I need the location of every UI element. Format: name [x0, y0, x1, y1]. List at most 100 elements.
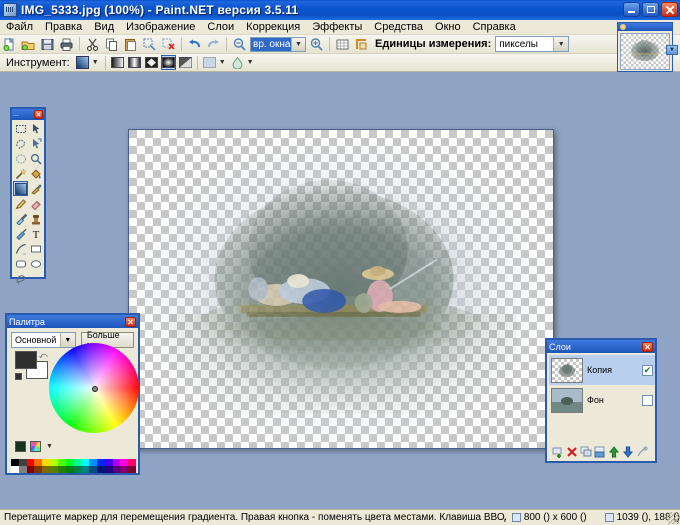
- duplicate-layer-icon[interactable]: [579, 446, 592, 459]
- save-icon[interactable]: [39, 36, 56, 53]
- tool-eraser[interactable]: [28, 196, 43, 211]
- units-combo[interactable]: пикселы ▼: [495, 36, 570, 52]
- palette-color[interactable]: [26, 466, 35, 473]
- units-value[interactable]: пикселы: [496, 39, 553, 50]
- tool-rectangle[interactable]: [28, 241, 43, 256]
- layer-visibility-checkbox[interactable]: ✔: [642, 364, 653, 376]
- palette-color[interactable]: [26, 459, 35, 466]
- layer-properties-icon[interactable]: [635, 446, 648, 459]
- palette-color[interactable]: [57, 466, 66, 473]
- palette-color[interactable]: [65, 459, 74, 466]
- palette-color[interactable]: [42, 459, 51, 466]
- undo-icon[interactable]: [186, 36, 203, 53]
- close-icon[interactable]: [34, 110, 43, 119]
- tool-magic-wand[interactable]: [13, 166, 28, 181]
- layers-window-titlebar[interactable]: Слои: [547, 340, 655, 353]
- tool-ellipse[interactable]: [28, 256, 43, 271]
- tool-color-picker[interactable]: [13, 211, 28, 226]
- actual-size-icon[interactable]: [334, 36, 351, 53]
- deselect-icon[interactable]: [160, 36, 177, 53]
- layer-visibility-checkbox[interactable]: [642, 394, 653, 406]
- chevron-down-icon[interactable]: ▼: [46, 443, 53, 450]
- gradient-conical-icon[interactable]: [178, 55, 193, 70]
- palette-color[interactable]: [104, 466, 113, 473]
- navigator-panel[interactable]: ▼: [617, 22, 678, 72]
- image-canvas[interactable]: [128, 129, 554, 449]
- menu-edit[interactable]: Правка: [39, 20, 88, 34]
- print-icon[interactable]: [58, 36, 75, 53]
- palette-color[interactable]: [11, 459, 19, 466]
- tools-window-titlebar[interactable]: ...: [12, 109, 44, 120]
- tool-ellipse-select[interactable]: [13, 151, 28, 166]
- palette-color[interactable]: [120, 466, 129, 473]
- cut-icon[interactable]: [84, 36, 101, 53]
- menu-window[interactable]: Окно: [429, 20, 467, 34]
- palette-preset-icon[interactable]: [30, 441, 41, 452]
- tool-paintbrush[interactable]: [28, 181, 43, 196]
- blend-mode-icon[interactable]: [230, 55, 245, 70]
- crop-to-selection-icon[interactable]: [141, 36, 158, 53]
- palette-color[interactable]: [89, 466, 97, 473]
- merge-layer-down-icon[interactable]: [593, 446, 606, 459]
- palette-color[interactable]: [120, 459, 129, 466]
- menu-layers[interactable]: Слои: [201, 20, 240, 34]
- tool-freeform-shape[interactable]: [13, 271, 28, 286]
- palette-color[interactable]: [128, 459, 136, 466]
- navigator-expand-button[interactable]: ▼: [666, 45, 678, 55]
- fit-window-icon[interactable]: [353, 36, 370, 53]
- copy-icon[interactable]: [103, 36, 120, 53]
- primary-color-swatch[interactable]: [15, 351, 37, 369]
- zoom-value[interactable]: вр. окна: [251, 37, 291, 51]
- palette-color[interactable]: [65, 466, 74, 473]
- close-button[interactable]: [661, 2, 678, 17]
- tool-clone-stamp[interactable]: [28, 211, 43, 226]
- palette-color[interactable]: [50, 459, 58, 466]
- tool-move-selected[interactable]: [28, 121, 43, 136]
- close-icon[interactable]: [642, 341, 653, 352]
- menu-adjustments[interactable]: Коррекция: [240, 20, 306, 34]
- menu-image[interactable]: Изображение: [120, 20, 201, 34]
- gradient-channel-icon[interactable]: [202, 55, 217, 70]
- menu-view[interactable]: Вид: [88, 20, 120, 34]
- palette-window-titlebar[interactable]: Палитра: [7, 315, 138, 328]
- delete-layer-icon[interactable]: [565, 446, 578, 459]
- tool-move-selection[interactable]: [28, 136, 43, 151]
- menu-tools[interactable]: Средства: [368, 20, 429, 34]
- open-icon[interactable]: [20, 36, 37, 53]
- tool-paint-bucket[interactable]: [28, 166, 43, 181]
- paste-icon[interactable]: [122, 36, 139, 53]
- chevron-down-icon[interactable]: ▼: [92, 59, 99, 66]
- palette-mode-value[interactable]: Основной: [12, 335, 60, 345]
- palette-color[interactable]: [18, 466, 27, 473]
- navigator-thumbnail[interactable]: [620, 33, 670, 70]
- new-icon[interactable]: [1, 36, 18, 53]
- palette-color[interactable]: [11, 466, 19, 473]
- palette-color[interactable]: [42, 466, 51, 473]
- recent-color-swatch[interactable]: [15, 441, 26, 452]
- palette-color[interactable]: [81, 466, 90, 473]
- tool-rectangle-select[interactable]: [13, 121, 28, 136]
- palette-color[interactable]: [96, 459, 105, 466]
- palette-color[interactable]: [50, 466, 58, 473]
- tool-gradient[interactable]: [13, 181, 28, 196]
- palette-color[interactable]: [112, 459, 121, 466]
- gradient-radial-icon[interactable]: [160, 55, 176, 70]
- add-layer-icon[interactable]: [551, 446, 564, 459]
- gradient-diamond-icon[interactable]: [144, 55, 159, 70]
- chevron-down-icon[interactable]: ▼: [291, 37, 305, 51]
- menu-file[interactable]: Файл: [0, 20, 39, 34]
- palette-color[interactable]: [89, 459, 97, 466]
- layer-row-background[interactable]: Фон: [549, 385, 655, 415]
- palette-color[interactable]: [73, 459, 82, 466]
- palette-color[interactable]: [81, 459, 90, 466]
- palette-color[interactable]: [128, 466, 136, 473]
- palette-color[interactable]: [57, 459, 66, 466]
- menu-effects[interactable]: Эффекты: [306, 20, 368, 34]
- chevron-down-icon[interactable]: ▼: [219, 59, 226, 66]
- chevron-down-icon[interactable]: ▼: [553, 37, 569, 51]
- tool-recolor[interactable]: [13, 226, 28, 241]
- gradient-linear-reflected-icon[interactable]: [127, 55, 142, 70]
- palette-color[interactable]: [34, 459, 43, 466]
- tool-pencil[interactable]: [13, 196, 28, 211]
- resize-gripper[interactable]: [667, 512, 679, 524]
